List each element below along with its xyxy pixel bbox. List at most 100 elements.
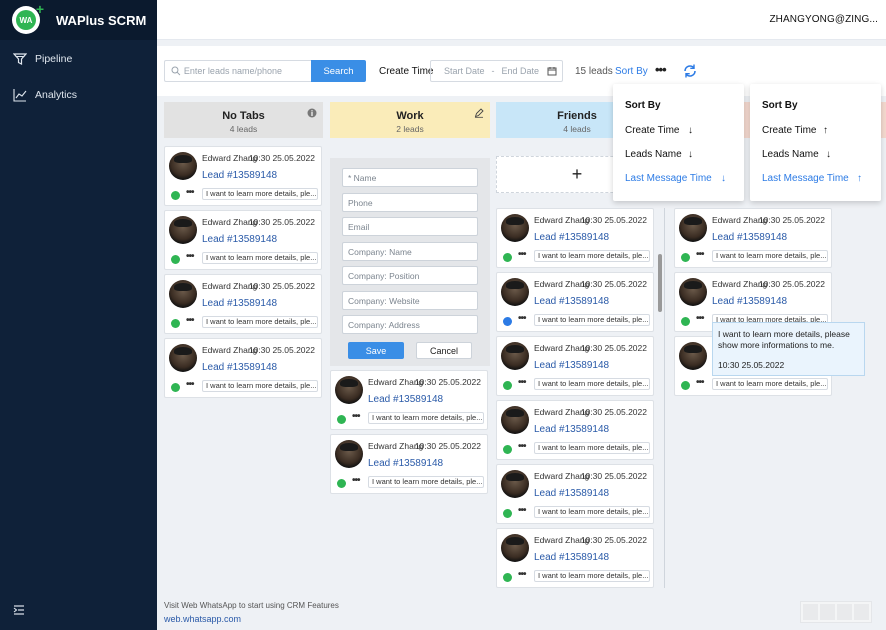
lead-id[interactable]: Lead #13589148 xyxy=(534,360,609,371)
lead-more-icon[interactable]: ••• xyxy=(518,505,526,516)
company-website-field[interactable] xyxy=(342,291,478,310)
lead-id[interactable]: Lead #13589148 xyxy=(534,552,609,563)
leads-count: 15 leads xyxy=(575,66,613,77)
whatsapp-icon xyxy=(503,381,512,390)
whatsapp-web-link[interactable]: web.whatsapp.com xyxy=(164,614,241,624)
info-icon[interactable] xyxy=(307,108,317,118)
arrow-down-icon: ↓ xyxy=(826,149,831,160)
lead-id[interactable]: Lead #13589148 xyxy=(368,458,443,469)
last-message-preview: I want to learn more details, ple... xyxy=(534,442,650,454)
lead-more-icon[interactable]: ••• xyxy=(518,249,526,260)
whatsapp-icon xyxy=(503,445,512,454)
lead-more-icon[interactable]: ••• xyxy=(186,251,194,262)
refresh-icon[interactable] xyxy=(682,63,698,79)
lead-more-icon[interactable]: ••• xyxy=(186,187,194,198)
lead-more-icon[interactable]: ••• xyxy=(518,313,526,324)
sort-option-create-time[interactable]: Create Time ↑ xyxy=(762,125,872,136)
last-message-preview: I want to learn more details, ple... xyxy=(202,316,318,328)
lead-id[interactable]: Lead #13589148 xyxy=(534,424,609,435)
lead-more-icon[interactable]: ••• xyxy=(696,249,704,260)
save-button[interactable]: Save xyxy=(348,342,404,359)
sort-option-label: Last Message Time xyxy=(762,173,849,184)
company-position-field[interactable] xyxy=(342,266,478,285)
whatsapp-icon xyxy=(171,191,180,200)
lead-more-icon[interactable]: ••• xyxy=(352,411,360,422)
lead-card[interactable]: Edward Zhang10:30 25.05.2022Lead #135891… xyxy=(330,370,488,430)
cancel-button[interactable]: Cancel xyxy=(416,342,472,359)
lead-card[interactable]: Edward Zhang10:30 25.05.2022Lead #135891… xyxy=(164,274,322,334)
email-field[interactable] xyxy=(342,217,478,236)
date-range-picker[interactable]: Start Date - End Date xyxy=(430,60,563,82)
lead-card[interactable]: Edward Zhang10:30 25.05.2022Lead #135891… xyxy=(496,400,654,460)
name-field[interactable] xyxy=(342,168,478,187)
create-time-label: Create Time xyxy=(379,66,434,77)
lead-more-icon[interactable]: ••• xyxy=(352,475,360,486)
start-date-placeholder: Start Date xyxy=(444,66,485,76)
lead-avatar xyxy=(501,214,529,242)
company-address-field[interactable] xyxy=(342,315,478,334)
lead-card[interactable]: Edward Zhang10:30 25.05.2022Lead #135891… xyxy=(674,208,832,268)
sidebar-item-analytics[interactable]: Analytics xyxy=(0,77,157,113)
sort-option-label: Create Time xyxy=(762,125,817,136)
user-account[interactable]: ZHANGYONG@ZING... xyxy=(769,14,878,25)
lead-card[interactable]: Edward Zhang10:30 25.05.2022Lead #135891… xyxy=(496,528,654,588)
lead-card[interactable]: Edward Zhang10:30 25.05.2022Lead #135891… xyxy=(164,338,322,398)
column-scrollbar[interactable] xyxy=(658,254,662,312)
lead-avatar xyxy=(169,216,197,244)
phone-field[interactable] xyxy=(342,193,478,212)
last-message-preview: I want to learn more details, ple... xyxy=(534,378,650,390)
lead-time: 10:30 25.05.2022 xyxy=(580,343,647,353)
lead-id[interactable]: Lead #13589148 xyxy=(202,298,277,309)
sort-option-create-time[interactable]: Create Time ↓ xyxy=(625,125,735,136)
lead-id[interactable]: Lead #13589148 xyxy=(202,362,277,373)
lead-card[interactable]: Edward Zhang10:30 25.05.2022Lead #135891… xyxy=(330,434,488,494)
more-options-icon[interactable]: ••• xyxy=(655,62,667,77)
sort-option-leads-name[interactable]: Leads Name ↓ xyxy=(762,149,872,160)
lead-more-icon[interactable]: ••• xyxy=(518,569,526,580)
lead-time: 10:30 25.05.2022 xyxy=(414,377,481,387)
lead-id[interactable]: Lead #13589148 xyxy=(712,232,787,243)
lead-more-icon[interactable]: ••• xyxy=(696,377,704,388)
sidebar-item-pipeline[interactable]: Pipeline xyxy=(0,41,157,77)
search-button[interactable]: Search xyxy=(311,60,366,82)
lead-card[interactable]: Edward Zhang10:30 25.05.2022Lead #135891… xyxy=(164,210,322,270)
company-name-field[interactable] xyxy=(342,242,478,261)
sidebar-item-label: Analytics xyxy=(35,89,78,101)
sort-by-button[interactable]: Sort By xyxy=(615,66,648,77)
funnel-icon xyxy=(13,53,27,65)
line-chart-icon xyxy=(13,89,27,102)
lead-more-icon[interactable]: ••• xyxy=(696,313,704,324)
lead-card[interactable]: Edward Zhang10:30 25.05.2022Lead #135891… xyxy=(496,208,654,268)
tooltip-time: 10:30 25.05.2022 xyxy=(718,360,785,370)
edit-icon[interactable] xyxy=(474,108,484,118)
last-message-preview: I want to learn more details, ple... xyxy=(534,570,650,582)
lead-id[interactable]: Lead #13589148 xyxy=(534,232,609,243)
lead-card[interactable]: Edward Zhang10:30 25.05.2022Lead #135891… xyxy=(164,146,322,206)
logo-plus-icon: + xyxy=(35,1,44,17)
lead-id[interactable]: Lead #13589148 xyxy=(534,488,609,499)
lead-avatar xyxy=(501,534,529,562)
lead-id[interactable]: Lead #13589148 xyxy=(202,234,277,245)
lead-avatar xyxy=(169,344,197,372)
lead-card[interactable]: Edward Zhang10:30 25.05.2022Lead #135891… xyxy=(496,464,654,524)
lead-card[interactable]: Edward Zhang10:30 25.05.2022Lead #135891… xyxy=(496,272,654,332)
lead-id[interactable]: Lead #13589148 xyxy=(202,170,277,181)
sort-option-leads-name[interactable]: Leads Name ↓ xyxy=(625,149,735,160)
whatsapp-icon xyxy=(681,253,690,262)
lead-time: 10:30 25.05.2022 xyxy=(758,215,825,225)
collapse-menu-icon[interactable] xyxy=(13,604,25,616)
lead-more-icon[interactable]: ••• xyxy=(518,377,526,388)
sidebar: WA + WAPlus SCRM Pipeline Analytics xyxy=(0,0,157,630)
column-header-no-tabs[interactable]: No Tabs 4 leads xyxy=(164,102,323,138)
lead-more-icon[interactable]: ••• xyxy=(186,315,194,326)
sort-option-last-message-time[interactable]: Last Message Time ↓ xyxy=(625,173,735,184)
lead-id[interactable]: Lead #13589148 xyxy=(368,394,443,405)
lead-more-icon[interactable]: ••• xyxy=(186,379,194,390)
lead-more-icon[interactable]: ••• xyxy=(518,441,526,452)
search-input[interactable] xyxy=(183,66,311,76)
sort-option-last-message-time[interactable]: Last Message Time ↑ xyxy=(762,173,872,184)
column-header-work[interactable]: Work 2 leads xyxy=(330,102,490,138)
lead-id[interactable]: Lead #13589148 xyxy=(534,296,609,307)
lead-id[interactable]: Lead #13589148 xyxy=(712,296,787,307)
lead-card[interactable]: Edward Zhang10:30 25.05.2022Lead #135891… xyxy=(496,336,654,396)
